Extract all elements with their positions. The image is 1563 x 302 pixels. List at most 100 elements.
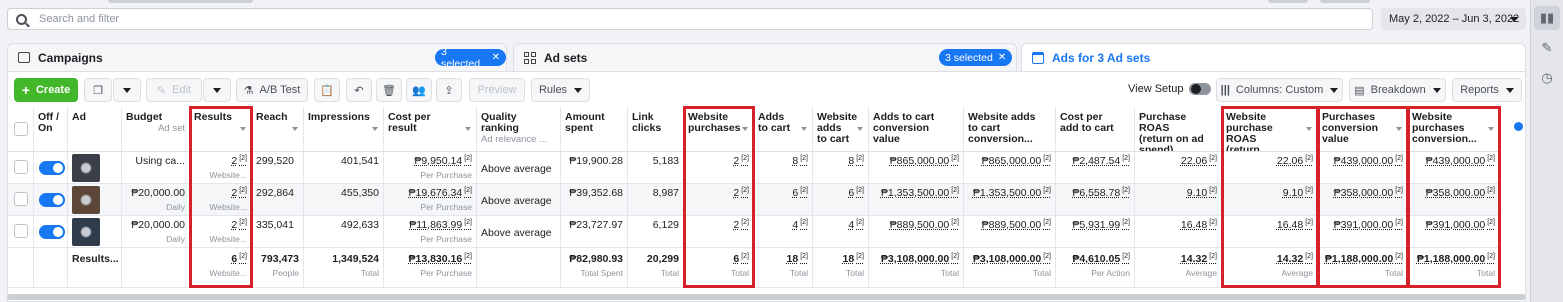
row-3-chk[interactable]	[8, 216, 34, 248]
date-range-picker[interactable]: May 2, 2022 – Jun 3, 2022	[1381, 8, 1526, 30]
adsets-selected-pill[interactable]: 3 selected ✕	[939, 49, 1013, 66]
export-button[interactable]: ⇪	[436, 78, 462, 102]
cell-value[interactable]: 335,041	[256, 219, 299, 231]
tab-ads[interactable]: Ads for 3 Ad sets	[1021, 43, 1526, 71]
ad-toggle[interactable]	[39, 161, 65, 175]
view-setup-toggle[interactable]	[1189, 83, 1212, 95]
view-setup[interactable]: View Setup	[1128, 83, 1212, 95]
cell-value[interactable]: 5,183	[632, 155, 679, 167]
column-header-budget[interactable]: Budget Ad set	[122, 107, 190, 152]
sort-caret-icon[interactable]	[465, 127, 471, 131]
cell-value[interactable]: ₱5,931.99 [2]	[1060, 219, 1130, 231]
sort-caret-icon[interactable]	[801, 127, 807, 131]
close-icon[interactable]: ✕	[998, 52, 1006, 63]
cell-value[interactable]: ₱9,950.14 [2]	[388, 155, 472, 167]
sort-caret-icon[interactable]	[857, 127, 863, 131]
cell-value[interactable]: ₱23,727.97	[565, 219, 623, 231]
pencil-icon[interactable]: ✎	[1534, 36, 1560, 60]
cell-value[interactable]: 6 [2]	[817, 187, 864, 199]
cell-value[interactable]: 455,350	[308, 187, 379, 199]
column-header-results[interactable]: Results	[190, 107, 252, 152]
sort-caret-icon[interactable]	[1488, 127, 1494, 131]
close-icon[interactable]: ✕	[492, 52, 500, 63]
cell-value[interactable]: 2 [2]	[688, 187, 749, 199]
undo-button[interactable]: ↶	[346, 78, 372, 102]
create-button[interactable]: + Create	[14, 78, 78, 102]
cell-value[interactable]: 22.06 [2]	[1139, 155, 1217, 167]
ad-thumbnail[interactable]	[72, 218, 100, 246]
column-header-wp[interactable]: Website purchases	[684, 107, 754, 152]
select-all-checkbox[interactable]	[14, 122, 28, 136]
column-header-spent[interactable]: Amount spent	[561, 107, 628, 152]
horizontal-scrollbar[interactable]	[7, 294, 1526, 300]
cell-value[interactable]: 22.06 [2]	[1226, 155, 1313, 167]
ad-toggle[interactable]	[39, 193, 65, 207]
cell-value[interactable]: ₱358,000.00 [2]	[1412, 187, 1495, 199]
column-header-impressions[interactable]: Impressions	[304, 107, 384, 152]
cell-value[interactable]: ₱6,558.78 [2]	[1060, 187, 1130, 199]
cell-value[interactable]: ₱11,863.99 [2]	[388, 219, 472, 231]
cell-value[interactable]: 299,520	[256, 155, 299, 167]
sort-caret-icon[interactable]	[292, 127, 298, 131]
cell-value[interactable]: ₱39,352.68	[565, 187, 623, 199]
column-header-onoff[interactable]: Off / On	[34, 107, 68, 152]
cell-value[interactable]: ₱358,000.00 [2]	[1322, 187, 1403, 199]
cell-value[interactable]: 16.48 [2]	[1139, 219, 1217, 231]
row-checkbox[interactable]	[14, 192, 28, 206]
add-column-icon[interactable]	[1514, 122, 1523, 131]
cell-value[interactable]: ₱20,000.00	[126, 187, 185, 199]
edit-dropdown[interactable]	[203, 78, 231, 102]
cell-value[interactable]: ₱439,000.00 [2]	[1322, 155, 1403, 167]
cell-value[interactable]: 2 [2]	[194, 155, 247, 167]
edit-button[interactable]: ✎ Edit	[146, 78, 202, 102]
cell-value[interactable]: 9.10 [2]	[1139, 187, 1217, 199]
cell-value[interactable]: 8 [2]	[817, 155, 864, 167]
column-header-cpatc[interactable]: Cost per add to cart	[1056, 107, 1135, 152]
cell-value[interactable]: ₱391,000.00 [2]	[1412, 219, 1495, 231]
column-header-watcv[interactable]: Website adds to cart conversion...	[964, 107, 1056, 152]
cell-value[interactable]: 2 [2]	[194, 187, 247, 199]
row-2-chk[interactable]	[8, 184, 34, 216]
reports-button[interactable]: Reports	[1452, 78, 1522, 102]
search-input[interactable]: Search and filter	[7, 8, 1373, 30]
column-header-reach[interactable]: Reach	[252, 107, 304, 152]
sort-caret-icon[interactable]	[1396, 127, 1402, 131]
ad-thumbnail[interactable]	[72, 154, 100, 182]
tab-adsets[interactable]: Ad sets 3 selected ✕	[513, 43, 1017, 71]
duplicate-button[interactable]: ❐	[84, 78, 112, 102]
cell-value[interactable]: ₱865,000.00 [2]	[968, 155, 1051, 167]
cell-value[interactable]: 8,987	[632, 187, 679, 199]
column-header-ad[interactable]: Ad	[68, 107, 122, 152]
clock-icon[interactable]: ◷	[1534, 66, 1560, 90]
duplicate-dropdown[interactable]	[113, 78, 141, 102]
sort-caret-icon[interactable]	[1306, 127, 1312, 131]
ad-toggle[interactable]	[39, 225, 65, 239]
cell-value[interactable]: 4 [2]	[817, 219, 864, 231]
clipboard-button[interactable]: 📋	[314, 78, 340, 102]
chart-icon[interactable]: ▮▮	[1534, 6, 1560, 30]
cell-value[interactable]: ₱889,500.00 [2]	[968, 219, 1051, 231]
sort-caret-icon[interactable]	[240, 127, 246, 131]
cell-value[interactable]: Using ca...	[126, 155, 185, 167]
cell-value[interactable]: ₱865,000.00 [2]	[873, 155, 959, 167]
cell-value[interactable]: 292,864	[256, 187, 299, 199]
cell-value[interactable]: ₱439,000.00 [2]	[1412, 155, 1495, 167]
audience-button[interactable]: 👥	[406, 78, 432, 102]
columns-button[interactable]: ||| Columns: Custom	[1216, 78, 1343, 102]
column-header-pcv[interactable]: Purchases conversion value	[1318, 107, 1408, 152]
column-header-proas[interactable]: Purchase ROAS (return on ad spend)	[1135, 107, 1222, 152]
row-checkbox[interactable]	[14, 224, 28, 238]
column-header-atc[interactable]: Adds to cart	[754, 107, 813, 152]
cell-value[interactable]: 2 [2]	[688, 155, 749, 167]
cell-value[interactable]: 8 [2]	[758, 155, 808, 167]
tab-campaigns[interactable]: Campaigns 3 selected ✕	[7, 43, 507, 71]
cell-value[interactable]: 4 [2]	[758, 219, 808, 231]
cell-value[interactable]: 6 [2]	[758, 187, 808, 199]
row-checkbox[interactable]	[14, 160, 28, 174]
cell-value[interactable]: ₱889,500.00 [2]	[873, 219, 959, 231]
column-header-quality[interactable]: Quality ranking Ad relevance ...	[477, 107, 561, 152]
preview-button[interactable]: Preview	[469, 78, 525, 102]
column-header-cpr[interactable]: Cost per result	[384, 107, 477, 152]
cell-value[interactable]: ₱391,000.00 [2]	[1322, 219, 1403, 231]
cell-value[interactable]: ₱2,487.54 [2]	[1060, 155, 1130, 167]
